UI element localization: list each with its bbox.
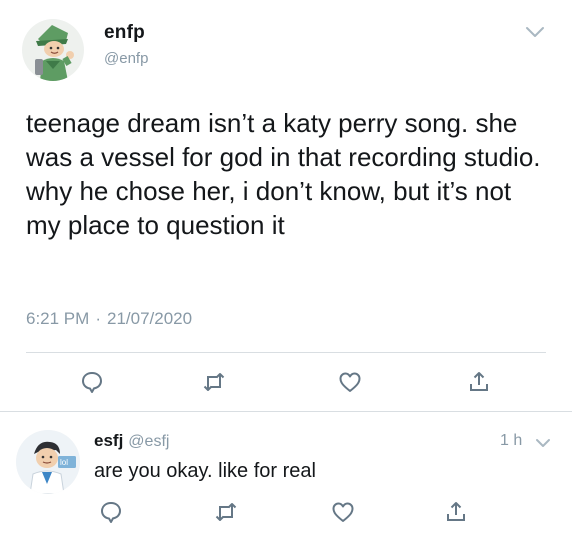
reply-button[interactable]	[80, 370, 104, 394]
divider	[26, 352, 546, 353]
avatar[interactable]	[22, 19, 84, 81]
campaigner-character-avatar	[22, 19, 84, 81]
like-button[interactable]	[331, 500, 355, 524]
consul-character-avatar: lol	[16, 430, 80, 494]
avatar[interactable]: lol	[16, 430, 80, 494]
tweet-menu-button[interactable]	[524, 21, 546, 43]
handle[interactable]: @enfp	[104, 50, 148, 67]
tweet-text: teenage dream isn’t a katy perry song. s…	[26, 108, 541, 240]
separator: ·	[95, 309, 101, 328]
share-icon	[470, 372, 488, 391]
reply-icon	[101, 502, 121, 523]
handle: @esfj	[128, 433, 170, 450]
chevron-down-icon	[526, 27, 544, 37]
retweet-icon	[215, 503, 237, 521]
like-icon	[332, 502, 354, 522]
reply-text: are you okay. like for real	[94, 460, 316, 482]
like-button[interactable]	[338, 370, 362, 394]
chevron-down-icon	[536, 439, 550, 447]
share-button[interactable]	[444, 500, 468, 524]
display-name[interactable]: enfp	[104, 22, 145, 44]
reply-icon	[82, 372, 102, 393]
reply-button[interactable]	[99, 500, 123, 524]
retweet-button[interactable]	[214, 500, 238, 524]
svg-text:lol: lol	[60, 458, 68, 467]
reply-time[interactable]: 1 h	[500, 432, 522, 450]
tweet-time: 6:21 PM	[26, 309, 90, 328]
reply-menu-button[interactable]	[534, 434, 552, 452]
tweet-timestamp[interactable]: 6:21 PM · 21/07/2020	[26, 309, 192, 329]
share-icon	[447, 502, 465, 521]
reply-author[interactable]: esfj @esfj	[94, 431, 169, 451]
tweet-date: 21/07/2020	[106, 309, 193, 328]
like-icon	[339, 372, 361, 392]
retweet-button[interactable]	[202, 370, 226, 394]
retweet-icon	[203, 373, 225, 391]
divider	[0, 411, 572, 412]
share-button[interactable]	[467, 370, 491, 394]
display-name: esfj	[94, 431, 124, 450]
